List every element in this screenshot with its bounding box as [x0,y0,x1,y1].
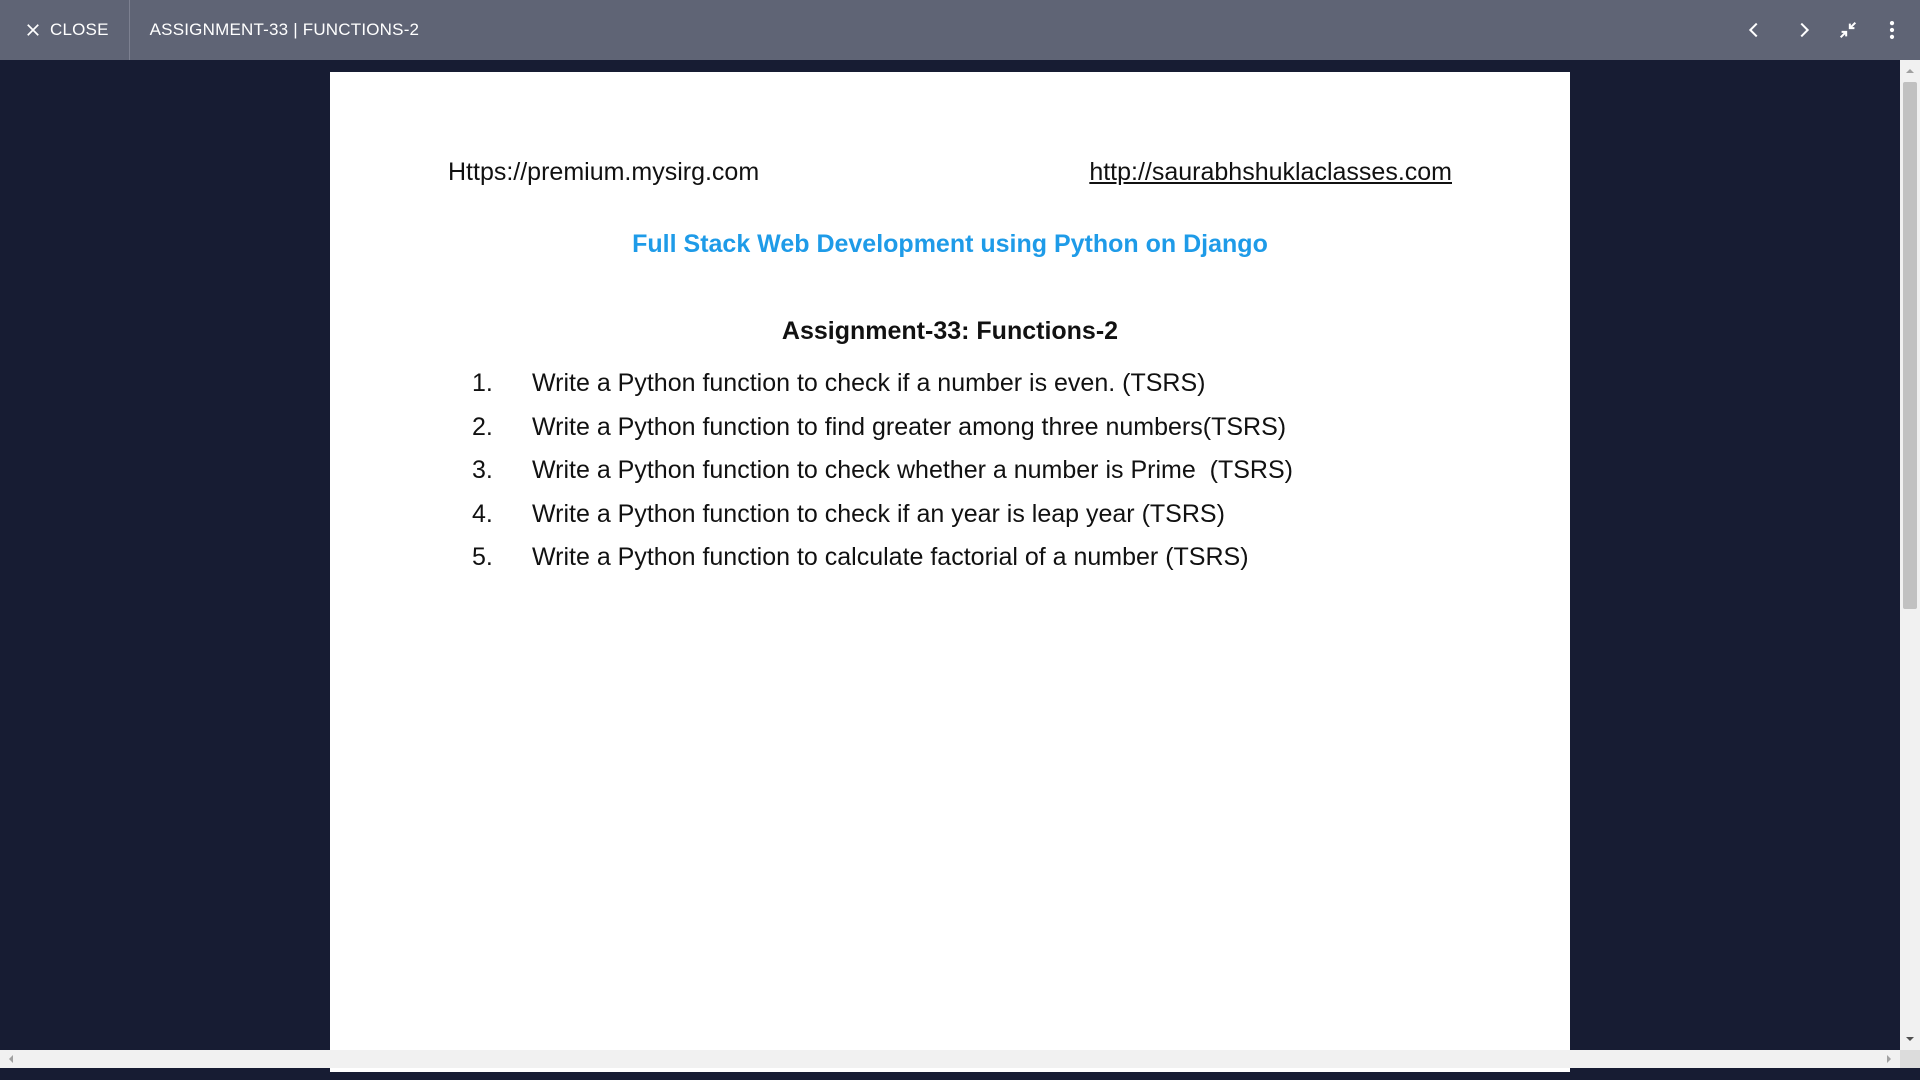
list-item: 3. Write a Python function to check whet… [468,449,1293,493]
list-item: 5. Write a Python function to calculate … [468,536,1293,580]
next-button[interactable] [1782,8,1826,52]
task-text: Write a Python function to check if a nu… [532,369,1206,398]
scroll-up-arrow-icon[interactable] [1900,62,1920,80]
assignment-title: Assignment-33: Functions-2 [781,317,1119,345]
task-text: Write a Python function to calculate fac… [532,543,1249,572]
exit-fullscreen-button[interactable] [1826,8,1870,52]
viewer-toolbar: CLOSE ASSIGNMENT-33 | FUNCTIONS-2 [0,0,1920,60]
chevron-right-icon [1800,22,1810,38]
document-viewer: Https://premium.mysirg.com http://saurab… [0,60,1920,1080]
scroll-down-arrow-icon[interactable] [1900,1030,1920,1048]
vertical-scrollbar[interactable] [1900,60,1920,1050]
document-title: ASSIGNMENT-33 | FUNCTIONS-2 [149,20,420,39]
scrollbar-corner [1900,1050,1920,1068]
task-number: 4. [472,499,493,528]
list-item: 1. Write a Python function to check if a… [468,362,1293,406]
task-number: 1. [472,369,493,398]
toolbar-actions [1732,0,1920,60]
scroll-right-arrow-icon[interactable] [1880,1050,1898,1068]
more-vert-icon [1889,21,1895,39]
task-number: 5. [472,543,493,572]
chevron-left-icon [1748,22,1758,38]
task-text: Write a Python function to find greater … [532,412,1287,441]
list-item: 4. Write a Python function to check if a… [468,493,1293,537]
more-options-button[interactable] [1870,8,1914,52]
exit-fullscreen-icon [1839,21,1857,39]
task-number: 2. [472,412,493,441]
task-number: 3. [472,456,493,485]
premium-site-link: Https://premium.mysirg.com [448,158,760,186]
close-button[interactable]: CLOSE [0,0,130,60]
horizontal-scrollbar[interactable] [0,1050,1900,1068]
course-title: Full Stack Web Development using Python … [632,230,1268,258]
classes-site-link[interactable]: http://saurabhshuklaclasses.com [1089,158,1452,187]
task-text: Write a Python function to check whether… [532,456,1293,485]
scroll-left-arrow-icon[interactable] [2,1050,20,1068]
scrollbar-thumb[interactable] [1903,82,1917,609]
previous-button[interactable] [1732,8,1776,52]
close-icon [27,24,39,36]
document-page: Https://premium.mysirg.com http://saurab… [330,72,1570,1072]
list-item: 2. Write a Python function to find great… [468,406,1293,450]
task-list: 1. Write a Python function to check if a… [468,362,1293,580]
close-label: CLOSE [50,20,109,39]
task-text: Write a Python function to check if an y… [532,499,1225,528]
